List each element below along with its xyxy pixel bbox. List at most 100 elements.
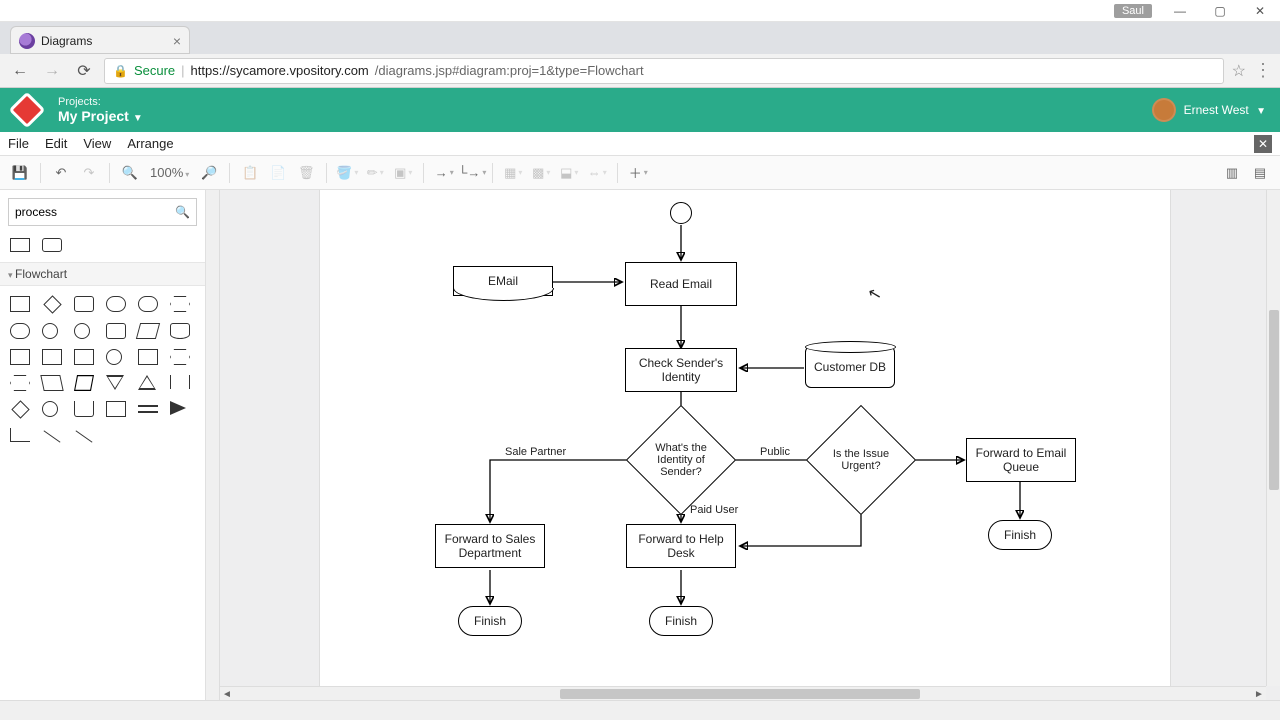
- fill-color-button[interactable]: 🪣: [335, 161, 359, 185]
- nav-back-button[interactable]: ←: [8, 62, 32, 80]
- scroll-thumb[interactable]: [560, 689, 920, 699]
- scroll-right-icon[interactable]: ►: [1252, 687, 1266, 700]
- menu-edit[interactable]: Edit: [45, 136, 67, 151]
- connector-style-button[interactable]: └→: [460, 161, 484, 185]
- redo-button[interactable]: ↷: [77, 161, 101, 185]
- connector-end-button[interactable]: →: [432, 161, 456, 185]
- user-avatar-icon[interactable]: [1152, 98, 1176, 122]
- node-start[interactable]: [670, 202, 692, 224]
- shape-data-io[interactable]: [136, 323, 160, 339]
- shape-stored-data[interactable]: [10, 323, 30, 339]
- shape-ellipse[interactable]: [106, 296, 126, 312]
- address-bar[interactable]: 🔒 Secure | https://sycamore.vpository.co…: [104, 58, 1224, 84]
- canvas-viewport[interactable]: EMail Read Email Check Sender's Identity…: [220, 190, 1280, 700]
- panel-close-button[interactable]: ✕: [1254, 135, 1272, 153]
- node-read-email[interactable]: Read Email: [625, 262, 737, 306]
- horizontal-scrollbar[interactable]: ◄ ►: [220, 686, 1266, 700]
- project-switcher[interactable]: Projects: My Project▼: [58, 96, 143, 124]
- shape-module[interactable]: [138, 349, 158, 365]
- vertical-scrollbar[interactable]: [1266, 190, 1280, 686]
- menu-view[interactable]: View: [83, 136, 111, 151]
- shape-rect[interactable]: [10, 296, 30, 312]
- format-panel-button[interactable]: ▥: [1220, 161, 1244, 185]
- tab-close-icon[interactable]: ×: [173, 33, 181, 49]
- nav-forward-button[interactable]: →: [40, 62, 64, 80]
- shape-off-page-ref[interactable]: [74, 401, 94, 417]
- search-input[interactable]: [15, 205, 175, 219]
- bookmark-star-icon[interactable]: ☆: [1232, 61, 1246, 81]
- node-customer-db[interactable]: Customer DB: [805, 346, 895, 388]
- shape-database[interactable]: [170, 323, 190, 339]
- node-email-doc[interactable]: EMail: [453, 266, 553, 296]
- shape-hexagon[interactable]: [170, 296, 190, 312]
- node-finish-2[interactable]: Finish: [649, 606, 713, 636]
- menu-arrange[interactable]: Arrange: [127, 136, 173, 151]
- browser-tab[interactable]: Diagrams ×: [10, 26, 190, 54]
- shape-extract[interactable]: [138, 375, 156, 390]
- outline-panel-button[interactable]: ▤: [1248, 161, 1272, 185]
- delete-button[interactable]: 🗑: [294, 161, 318, 185]
- shape-elbow[interactable]: [10, 428, 30, 442]
- nav-reload-button[interactable]: ⟳: [72, 61, 96, 81]
- zoom-in-button[interactable]: 🔎: [197, 161, 221, 185]
- shape-predefined[interactable]: [42, 349, 62, 365]
- node-finish-3[interactable]: Finish: [988, 520, 1052, 550]
- user-menu[interactable]: Ernest West ▼: [1184, 103, 1266, 117]
- node-urgent-decision[interactable]: Is the Issue Urgent?: [822, 421, 900, 499]
- canvas-page[interactable]: EMail Read Email Check Sender's Identity…: [320, 190, 1170, 700]
- menu-file[interactable]: File: [8, 136, 29, 151]
- scroll-left-icon[interactable]: ◄: [220, 687, 234, 700]
- browser-menu-icon[interactable]: ⋮: [1254, 60, 1272, 81]
- shadow-button[interactable]: ▣: [391, 161, 415, 185]
- shape-preparation[interactable]: [170, 349, 190, 365]
- window-minimize-button[interactable]: —: [1160, 0, 1200, 22]
- insert-button[interactable]: ＋: [626, 161, 650, 185]
- scroll-thumb[interactable]: [1269, 310, 1279, 490]
- shape-line[interactable]: [44, 430, 61, 442]
- node-identity-decision[interactable]: What's the Identity of Sender?: [642, 421, 720, 499]
- to-front-button[interactable]: ▦: [501, 161, 525, 185]
- shape-display[interactable]: [10, 375, 30, 391]
- app-logo-icon[interactable]: [9, 92, 46, 129]
- shape-merge[interactable]: [106, 375, 124, 390]
- undo-button[interactable]: ↶: [49, 161, 73, 185]
- shape-search[interactable]: 🔍: [8, 198, 197, 226]
- window-maximize-button[interactable]: ▢: [1200, 0, 1240, 22]
- line-color-button[interactable]: ✏: [363, 161, 387, 185]
- shape-on-page-ref[interactable]: [42, 401, 58, 417]
- copy-button[interactable]: 📋: [238, 161, 262, 185]
- search-icon[interactable]: 🔍: [175, 205, 190, 219]
- shape-rounded-rect[interactable]: [74, 296, 94, 312]
- zoom-out-button[interactable]: 🔍: [118, 161, 142, 185]
- shape-or[interactable]: [74, 323, 90, 339]
- zoom-level[interactable]: 100%: [146, 165, 193, 180]
- shape-sort[interactable]: [11, 400, 29, 418]
- align-button[interactable]: ⬓: [557, 161, 581, 185]
- shape-card[interactable]: [106, 323, 126, 339]
- category-flowchart[interactable]: Flowchart: [0, 262, 205, 286]
- shape-summing[interactable]: [42, 323, 58, 339]
- paste-button[interactable]: 📄: [266, 161, 290, 185]
- shape-collate[interactable]: [170, 375, 190, 389]
- shape-terminator[interactable]: [138, 296, 158, 312]
- window-close-button[interactable]: ✕: [1240, 0, 1280, 22]
- shape-annotation[interactable]: [106, 401, 126, 417]
- distribute-button[interactable]: ⇔: [585, 161, 609, 185]
- shape-connector[interactable]: [106, 349, 122, 365]
- shape-internal-storage[interactable]: [10, 349, 30, 365]
- shape-process[interactable]: [10, 238, 30, 252]
- shape-arrow[interactable]: [170, 401, 186, 415]
- shape-arrow-line[interactable]: [76, 430, 93, 442]
- save-button[interactable]: 💾: [8, 161, 32, 185]
- to-back-button[interactable]: ▩: [529, 161, 553, 185]
- node-forward-helpdesk[interactable]: Forward to Help Desk: [626, 524, 736, 568]
- node-finish-1[interactable]: Finish: [458, 606, 522, 636]
- shape-diamond[interactable]: [43, 295, 61, 313]
- node-forward-queue[interactable]: Forward to Email Queue: [966, 438, 1076, 482]
- node-forward-sales[interactable]: Forward to Sales Department: [435, 524, 545, 568]
- shape-process-rounded[interactable]: [42, 238, 62, 252]
- shape-subroutine[interactable]: [74, 349, 94, 365]
- shape-parallel[interactable]: [138, 405, 158, 413]
- node-check-sender[interactable]: Check Sender's Identity: [625, 348, 737, 392]
- shape-manual-input[interactable]: [40, 375, 63, 391]
